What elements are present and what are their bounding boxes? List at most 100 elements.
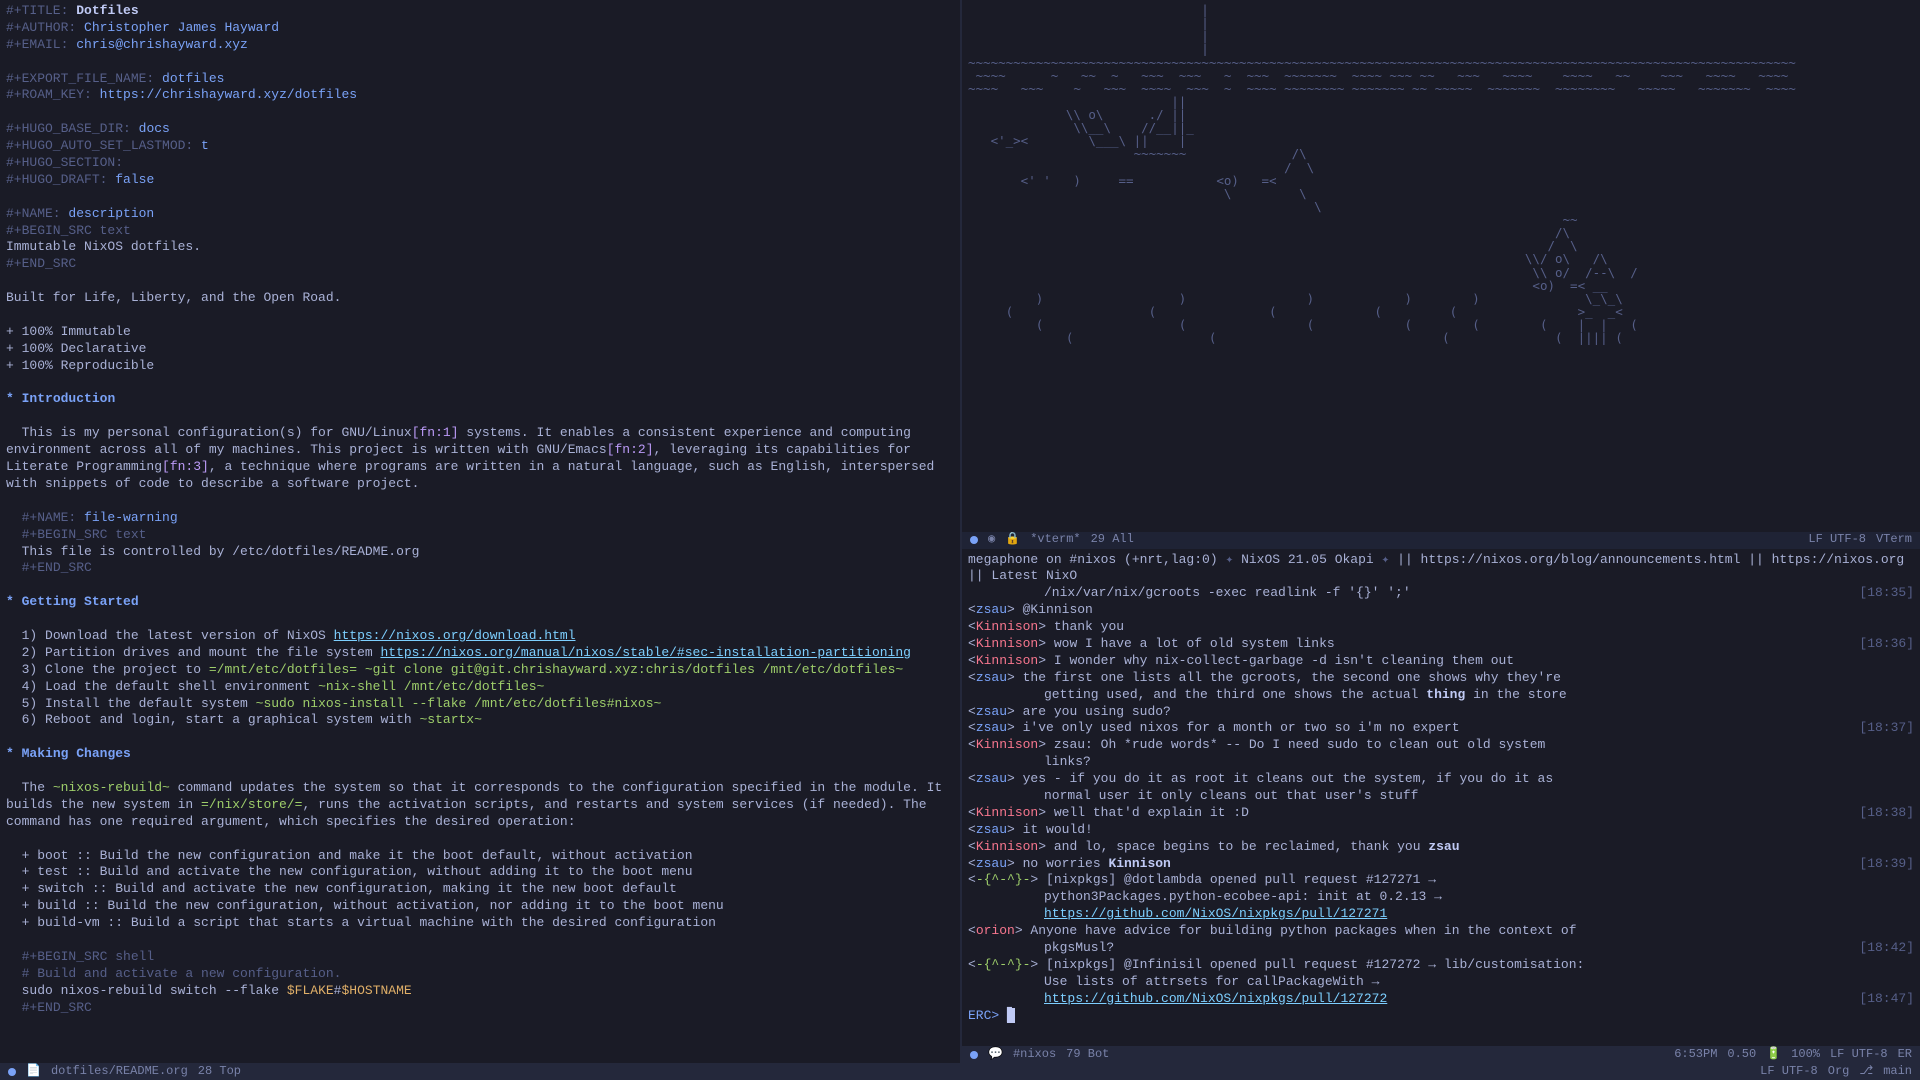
clock-time: 6:53PM bbox=[1674, 1047, 1717, 1063]
file-icon: 📄 bbox=[26, 1064, 41, 1080]
irc-message: <Kinnison> thank you bbox=[968, 619, 1914, 636]
heading-introduction[interactable]: Introduction bbox=[22, 391, 116, 406]
gs-step-4b: ~nix-shell /mnt/etc/dotfiles~ bbox=[318, 679, 544, 694]
gs-step-4a: 4) Load the default shell environment bbox=[22, 679, 318, 694]
roam-value: https://chrishayward.xyz/dotfiles bbox=[100, 87, 357, 102]
mc-code-rebuild: ~nixos-rebuild~ bbox=[53, 780, 170, 795]
irc-message: <Kinnison> wow I have a lot of old syste… bbox=[968, 636, 1914, 653]
circle-icon: ◉ bbox=[988, 532, 995, 548]
irc-link[interactable]: https://github.com/NixOS/nixpkgs/pull/12… bbox=[1044, 991, 1387, 1006]
download-link[interactable]: https://nixos.org/download.html bbox=[334, 628, 576, 643]
main-modeline[interactable]: 📄 dotfiles/README.org 28 Top LF UTF-8 Or… bbox=[0, 1063, 1920, 1080]
modified-indicator-icon bbox=[970, 536, 978, 544]
irc-message: links? bbox=[968, 754, 1914, 771]
desc-body: Immutable NixOS dotfiles. bbox=[6, 239, 201, 254]
mc-text-a: The bbox=[22, 780, 53, 795]
battery-pct: 100% bbox=[1791, 1047, 1820, 1063]
bullet-declarative: + 100% Declarative bbox=[6, 341, 146, 356]
irc-buffer-name: #nixos bbox=[1013, 1047, 1056, 1063]
roam-keyword: #+ROAM_KEY: bbox=[6, 87, 92, 102]
irc-message: <zsau> it would! bbox=[968, 822, 1914, 839]
org-editor-pane[interactable]: #+TITLE: Dotfiles #+AUTHOR: Christopher … bbox=[0, 0, 960, 1063]
hugo-base-value: docs bbox=[139, 121, 170, 136]
vterm-position: 29 All bbox=[1091, 532, 1134, 548]
vterm-modeline[interactable]: ◉ 🔒 *vterm* 29 All LF UTF-8 VTerm bbox=[962, 532, 1920, 549]
op-build: + build :: Build the new configuration, … bbox=[22, 898, 724, 913]
shell-var-hostname: $HOSTNAME bbox=[341, 983, 411, 998]
vterm-pane[interactable]: | | | | ~~~~~~~~~~~~~~~~~~~~~~~~~~~~~~~~… bbox=[962, 0, 1920, 532]
irc-message: <zsau> yes - if you do it as root it cle… bbox=[968, 771, 1914, 788]
battery-icon: 🔋 bbox=[1766, 1047, 1781, 1063]
title-value: Dotfiles bbox=[76, 3, 138, 18]
heading-bullet: * bbox=[6, 391, 14, 406]
hugo-base-keyword: #+HUGO_BASE_DIR: bbox=[6, 121, 131, 136]
vterm-buffer-name: *vterm* bbox=[1030, 532, 1080, 548]
load-avg: 0.50 bbox=[1727, 1047, 1756, 1063]
partition-link[interactable]: https://nixos.org/manual/nixos/stable/#s… bbox=[380, 645, 911, 660]
heading-bullet: * bbox=[6, 746, 14, 761]
end-src-shell: #+END_SRC bbox=[22, 1000, 92, 1015]
irc-message: normal user it only cleans out that user… bbox=[968, 788, 1914, 805]
author-keyword: #+AUTHOR: bbox=[6, 20, 76, 35]
heading-bullet: * bbox=[6, 594, 14, 609]
irc-message: <Kinnison> well that'd explain it :D[18:… bbox=[968, 805, 1914, 822]
gs-step-2a: 2) Partition drives and mount the file s… bbox=[22, 645, 381, 660]
end-src: #+END_SRC bbox=[6, 256, 76, 271]
shell-cmd-a: sudo nixos-rebuild switch --flake bbox=[22, 983, 287, 998]
git-branch: main bbox=[1883, 1064, 1912, 1080]
irc-modeline[interactable]: 💬 #nixos 79 Bot 6:53PM 0.50 🔋 100% LF UT… bbox=[962, 1046, 1920, 1063]
irc-topic-line2: /nix/var/nix/gcroots -exec readlink -f '… bbox=[968, 585, 1914, 602]
irc-pane[interactable]: megaphone on #nixos (+nrt,lag:0) ✦ NixOS… bbox=[962, 549, 1920, 1047]
hugo-draft-keyword: #+HUGO_DRAFT: bbox=[6, 172, 107, 187]
fw-body: This file is controlled by /etc/dotfiles… bbox=[22, 544, 420, 559]
begin-src-text: #+BEGIN_SRC text bbox=[6, 223, 131, 238]
shell-comment: # Build and activate a new configuration… bbox=[22, 966, 342, 981]
intro-text-a: This is my personal configuration(s) for… bbox=[22, 425, 412, 440]
irc-message: <Kinnison> and lo, space begins to be re… bbox=[968, 839, 1914, 856]
hugo-draft-value: false bbox=[115, 172, 154, 187]
ascii-art: | | | | ~~~~~~~~~~~~~~~~~~~~~~~~~~~~~~~~… bbox=[968, 3, 1914, 344]
op-test: + test :: Build and activate the new con… bbox=[22, 864, 693, 879]
irc-message: <Kinnison> I wonder why nix-collect-garb… bbox=[968, 653, 1914, 670]
name-fw-value: file-warning bbox=[84, 510, 178, 525]
name-desc-keyword: #+NAME: bbox=[6, 206, 61, 221]
modified-indicator-icon bbox=[8, 1068, 16, 1076]
footnote-1[interactable]: [fn:1] bbox=[412, 425, 459, 440]
gs-step-5b: ~sudo nixos-install --flake /mnt/etc/dot… bbox=[256, 696, 662, 711]
irc-message: <zsau> no worries Kinnison[18:39] bbox=[968, 856, 1914, 873]
irc-message: <-{^-^}-> [nixpkgs] @Infinisil opened pu… bbox=[968, 957, 1914, 974]
buffer-position: 28 Top bbox=[198, 1064, 241, 1080]
begin-src-shell: #+BEGIN_SRC shell bbox=[22, 949, 155, 964]
heading-getting-started[interactable]: Getting Started bbox=[22, 594, 139, 609]
erc-prompt: ERC> bbox=[968, 1008, 999, 1023]
export-value: dotfiles bbox=[162, 71, 224, 86]
gs-step-1a: 1) Download the latest version of NixOS bbox=[22, 628, 334, 643]
op-boot: + boot :: Build the new configuration an… bbox=[22, 848, 693, 863]
irc-message: https://github.com/NixOS/nixpkgs/pull/12… bbox=[968, 906, 1914, 923]
hugo-lastmod-keyword: #+HUGO_AUTO_SET_LASTMOD: bbox=[6, 138, 193, 153]
mc-path-store: =/nix/store/= bbox=[201, 797, 302, 812]
footnote-3[interactable]: [fn:3] bbox=[162, 459, 209, 474]
vterm-encoding: LF UTF-8 bbox=[1808, 532, 1866, 548]
vterm-mode: VTerm bbox=[1876, 532, 1912, 548]
irc-message: https://github.com/NixOS/nixpkgs/pull/12… bbox=[968, 991, 1914, 1008]
erc-prompt-line[interactable]: ERC> ▋ bbox=[968, 1008, 1914, 1025]
name-fw-keyword: #+NAME: bbox=[22, 510, 77, 525]
irc-message: <zsau> @Kinnison bbox=[968, 602, 1914, 619]
irc-mode: ER bbox=[1898, 1047, 1912, 1063]
encoding: LF UTF-8 bbox=[1760, 1064, 1818, 1080]
org-document[interactable]: #+TITLE: Dotfiles #+AUTHOR: Christopher … bbox=[6, 3, 954, 1016]
irc-message: Use lists of attrsets for callPackageWit… bbox=[968, 974, 1914, 991]
title-keyword: #+TITLE: bbox=[6, 3, 68, 18]
irc-position: 79 Bot bbox=[1066, 1047, 1109, 1063]
op-switch: + switch :: Build and activate the new c… bbox=[22, 881, 677, 896]
gs-step-6b: ~startx~ bbox=[419, 712, 481, 727]
footnote-2[interactable]: [fn:2] bbox=[607, 442, 654, 457]
irc-message: getting used, and the third one shows th… bbox=[968, 687, 1914, 704]
irc-link[interactable]: https://github.com/NixOS/nixpkgs/pull/12… bbox=[1044, 906, 1387, 921]
bullet-immutable: + 100% Immutable bbox=[6, 324, 131, 339]
email-keyword: #+EMAIL: bbox=[6, 37, 68, 52]
irc-message: <Kinnison> zsau: Oh *rude words* -- Do I… bbox=[968, 737, 1914, 754]
gs-step-6a: 6) Reboot and login, start a graphical s… bbox=[22, 712, 420, 727]
heading-making-changes[interactable]: Making Changes bbox=[22, 746, 131, 761]
